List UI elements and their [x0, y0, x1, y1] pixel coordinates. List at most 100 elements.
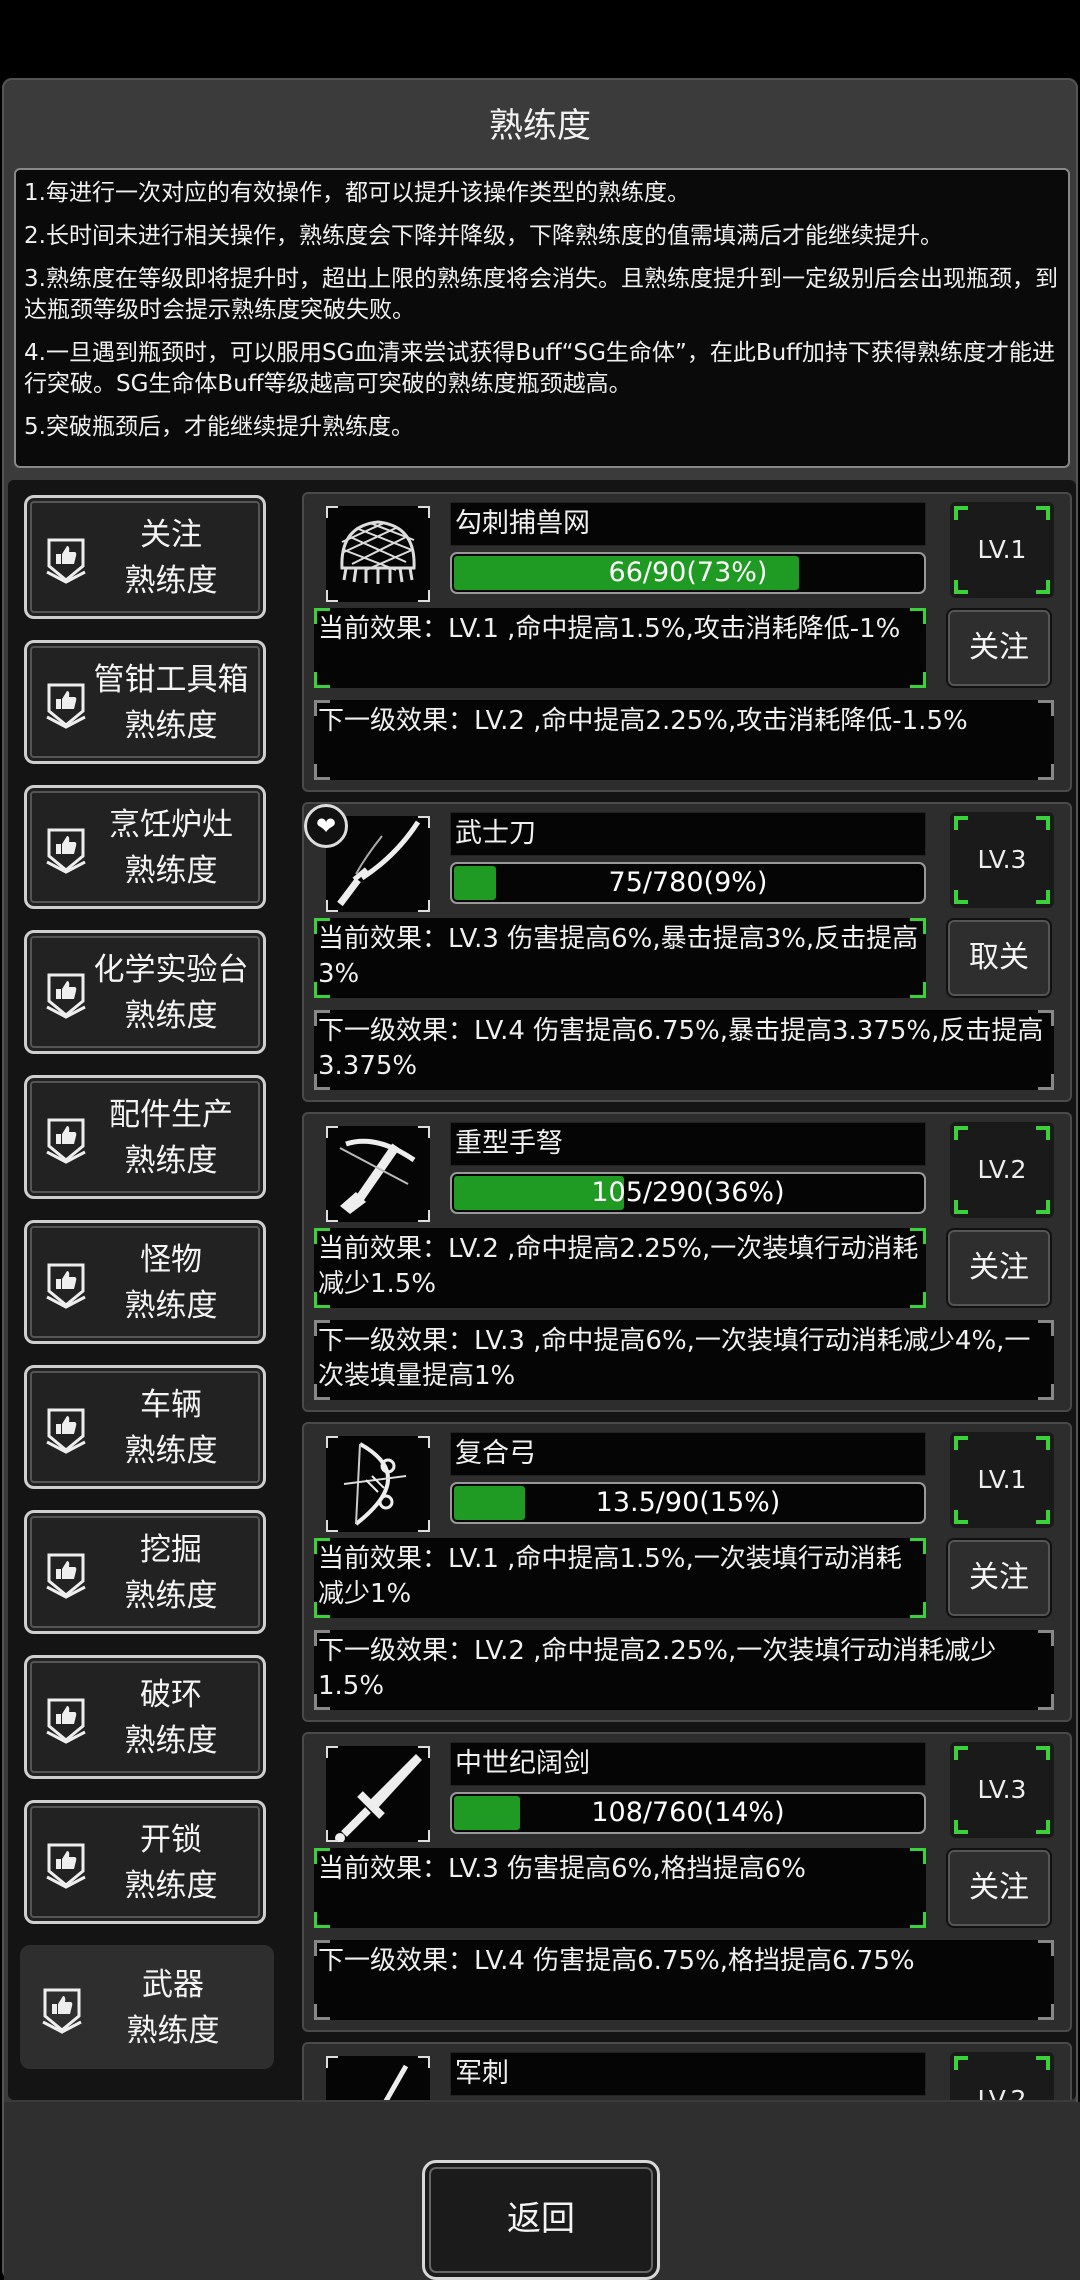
sidebar-item[interactable]: 挖掘 熟练度 — [24, 1510, 266, 1634]
level-text: LV.3 — [977, 1775, 1027, 1804]
sidebar-item-title: 挖掘 — [140, 1532, 202, 1568]
badge-thumbs-up-icon — [45, 1841, 87, 1889]
follow-toggle-button[interactable]: 关注 — [946, 608, 1052, 688]
next-effect-text: 下一级效果：LV.2 ,命中提高2.25%,攻击消耗降低-1.5% — [318, 706, 968, 736]
badge-thumbs-up-icon — [45, 826, 87, 874]
sidebar-item-label: 配件生产 熟练度 — [83, 1092, 259, 1184]
next-effect-box: 下一级效果：LV.2 ,命中提高2.25%,攻击消耗降低-1.5% — [314, 700, 1054, 780]
current-effect-text: 当前效果：LV.3 伤害提高6%,暴击提高3%,反击提高3% — [318, 924, 919, 989]
badge-thumbs-up-icon — [41, 1986, 83, 2034]
sidebar-item-subtitle: 熟练度 — [124, 853, 218, 889]
sidebar-item-label: 武器 熟练度 — [79, 1962, 267, 2054]
proficiency-progress-bar: 66/90(73%) — [450, 552, 926, 594]
follow-toggle-button[interactable]: 关注 — [946, 1228, 1052, 1308]
sidebar-item[interactable]: 破环 熟练度 — [24, 1655, 266, 1779]
current-effect-text: 当前效果：LV.2 ,命中提高2.25%,一次装填行动消耗减少1.5% — [318, 1234, 919, 1299]
current-effect-box: 当前效果：LV.3 伤害提高6%,格挡提高6% — [314, 1848, 926, 1928]
sidebar-item[interactable]: 开锁 熟练度 — [24, 1800, 266, 1924]
level-badge: LV.2 — [950, 1122, 1054, 1218]
sidebar-item-label: 车辆 熟练度 — [83, 1382, 259, 1474]
badge-thumbs-up-icon — [45, 1696, 87, 1744]
category-sidebar[interactable]: 关注 熟练度 管钳工具箱 熟练度 烹饪炉灶 熟练度 化学实验台 熟练度 配件生产 — [18, 492, 274, 2100]
sidebar-item-subtitle: 熟练度 — [124, 1433, 218, 1469]
sidebar-item-title: 车辆 — [140, 1387, 202, 1423]
current-effect-text: 当前效果：LV.1 ,命中提高1.5%,攻击消耗降低-1% — [318, 614, 901, 644]
sidebar-item-label: 关注 熟练度 — [83, 512, 259, 604]
sidebar-item-title: 配件生产 — [109, 1097, 233, 1133]
info-box: 1.每进行一次对应的有效操作，都可以提升该操作类型的熟练度。 2.长时间未进行相… — [14, 168, 1070, 468]
sidebar-item[interactable]: 关注 熟练度 — [24, 495, 266, 619]
sidebar-item-title: 烹饪炉灶 — [109, 807, 233, 843]
progress-text: 13.5/90(15%) — [595, 1487, 781, 1518]
page-title: 熟练度 — [489, 106, 591, 146]
sidebar-item[interactable]: 怪物 熟练度 — [24, 1220, 266, 1344]
progress-text: 75/780(9%) — [608, 867, 768, 898]
proficiency-progress-bar: 75/780(9%) — [450, 862, 926, 904]
sidebar-item-label: 管钳工具箱 熟练度 — [83, 657, 259, 749]
weapon-card: 勾刺捕兽网 66/90(73%) LV.1 当前效果：LV.1 ,命中提高1.5… — [302, 492, 1072, 792]
sidebar-item[interactable]: 化学实验台 熟练度 — [24, 930, 266, 1054]
content-frame: 关注 熟练度 管钳工具箱 熟练度 烹饪炉灶 熟练度 化学实验台 熟练度 配件生产 — [8, 480, 1076, 2100]
weapon-card-list[interactable]: 勾刺捕兽网 66/90(73%) LV.1 当前效果：LV.1 ,命中提高1.5… — [294, 480, 1076, 2100]
sidebar-item-title: 化学实验台 — [93, 952, 249, 988]
current-effect-box: 当前效果：LV.1 ,命中提高1.5%,一次装填行动消耗减少1% — [314, 1538, 926, 1618]
info-line: 1.每进行一次对应的有效操作，都可以提升该操作类型的熟练度。 — [24, 180, 690, 206]
badge-thumbs-up-icon — [45, 536, 87, 584]
sidebar-item-subtitle: 熟练度 — [124, 1578, 218, 1614]
sidebar-item-subtitle: 熟练度 — [124, 708, 218, 744]
info-line: 3.熟练度在等级即将提升时，超出上限的熟练度将会消失。且熟练度提升到一定级别后会… — [24, 266, 1058, 323]
next-effect-text: 下一级效果：LV.4 伤害提高6.75%,格挡提高6.75% — [318, 1946, 915, 1976]
proficiency-progress-bar: 108/760(14%) — [450, 1792, 926, 1834]
sidebar-item-label: 破环 熟练度 — [83, 1672, 259, 1764]
next-effect-text: 下一级效果：LV.4 伤害提高6.75%,暴击提高3.375%,反击提高3.37… — [318, 1016, 1044, 1081]
next-effect-box: 下一级效果：LV.4 伤害提高6.75%,格挡提高6.75% — [314, 1940, 1054, 2020]
crossbow-icon — [326, 1126, 430, 1222]
level-text: LV.3 — [977, 845, 1027, 874]
current-effect-box: 当前效果：LV.2 ,命中提高2.25%,一次装填行动消耗减少1.5% — [314, 1228, 926, 1308]
sidebar-item[interactable]: 管钳工具箱 熟练度 — [24, 640, 266, 764]
level-badge: LV.1 — [950, 1432, 1054, 1528]
info-line: 4.一旦遇到瓶颈时，可以服用SG血清来尝试获得Buff“SG生命体”，在此Buf… — [24, 340, 1056, 397]
sidebar-item-subtitle: 熟练度 — [124, 1288, 218, 1324]
next-effect-box: 下一级效果：LV.3 ,命中提高6%,一次装填行动消耗减少4%,一次装填量提高1… — [314, 1320, 1054, 1400]
sidebar-item-label: 挖掘 熟练度 — [83, 1527, 259, 1619]
sidebar-item-subtitle: 熟练度 — [124, 998, 218, 1034]
progress-text: 108/760(14%) — [591, 1797, 785, 1828]
sidebar-item[interactable]: 配件生产 熟练度 — [24, 1075, 266, 1199]
weapon-card: 武士刀 75/780(9%) LV.3 当前效果：LV.3 伤害提高6%,暴击提… — [302, 802, 1072, 1102]
sidebar-item[interactable]: 武器 熟练度 — [20, 1945, 274, 2069]
sidebar-item[interactable]: 烹饪炉灶 熟练度 — [24, 785, 266, 909]
sidebar-item[interactable]: 车辆 熟练度 — [24, 1365, 266, 1489]
follow-toggle-button[interactable]: 取关 — [946, 918, 1052, 998]
badge-thumbs-up-icon — [45, 1406, 87, 1454]
sidebar-item-label: 开锁 熟练度 — [83, 1817, 259, 1909]
weapon-name: 复合弓 — [450, 1432, 926, 1476]
progress-text: 66/90(73%) — [608, 557, 768, 588]
level-badge: LV.3 — [950, 812, 1054, 908]
level-text: LV.2 — [977, 1155, 1027, 1184]
sidebar-item-label: 化学实验台 熟练度 — [83, 947, 259, 1039]
level-badge: LV.3 — [950, 1742, 1054, 1838]
proficiency-progress-bar: 13.5/90(15%) — [450, 1482, 926, 1524]
follow-toggle-button[interactable]: 关注 — [946, 1538, 1052, 1618]
sidebar-item-title: 怪物 — [140, 1242, 202, 1278]
sidebar-item-label: 烹饪炉灶 熟练度 — [83, 802, 259, 894]
sidebar-item-subtitle: 熟练度 — [126, 2013, 220, 2049]
heart-icon: ❤ — [304, 804, 348, 848]
level-badge: LV.2 — [950, 2052, 1054, 2100]
next-effect-box: 下一级效果：LV.4 伤害提高6.75%,暴击提高3.375%,反击提高3.37… — [314, 1010, 1054, 1090]
sidebar-item-title: 关注 — [140, 517, 202, 553]
weapon-card: 中世纪阔剑 108/760(14%) LV.3 当前效果：LV.3 伤害提高6%… — [302, 1732, 1072, 2032]
sidebar-item-subtitle: 熟练度 — [124, 563, 218, 599]
weapon-card: 复合弓 13.5/90(15%) LV.1 当前效果：LV.1 ,命中提高1.5… — [302, 1422, 1072, 1722]
follow-toggle-button[interactable]: 关注 — [946, 1848, 1052, 1928]
sidebar-item-title: 武器 — [142, 1967, 204, 2003]
sidebar-item-subtitle: 熟练度 — [124, 1868, 218, 1904]
weapon-name: 武士刀 — [450, 812, 926, 856]
broadsword-icon — [326, 1746, 430, 1843]
badge-thumbs-up-icon — [45, 971, 87, 1019]
back-button[interactable]: 返回 — [422, 2160, 660, 2280]
current-effect-box: 当前效果：LV.3 伤害提高6%,暴击提高3%,反击提高3% — [314, 918, 926, 998]
level-text: LV.1 — [977, 535, 1027, 564]
sidebar-item-label: 怪物 熟练度 — [83, 1237, 259, 1329]
